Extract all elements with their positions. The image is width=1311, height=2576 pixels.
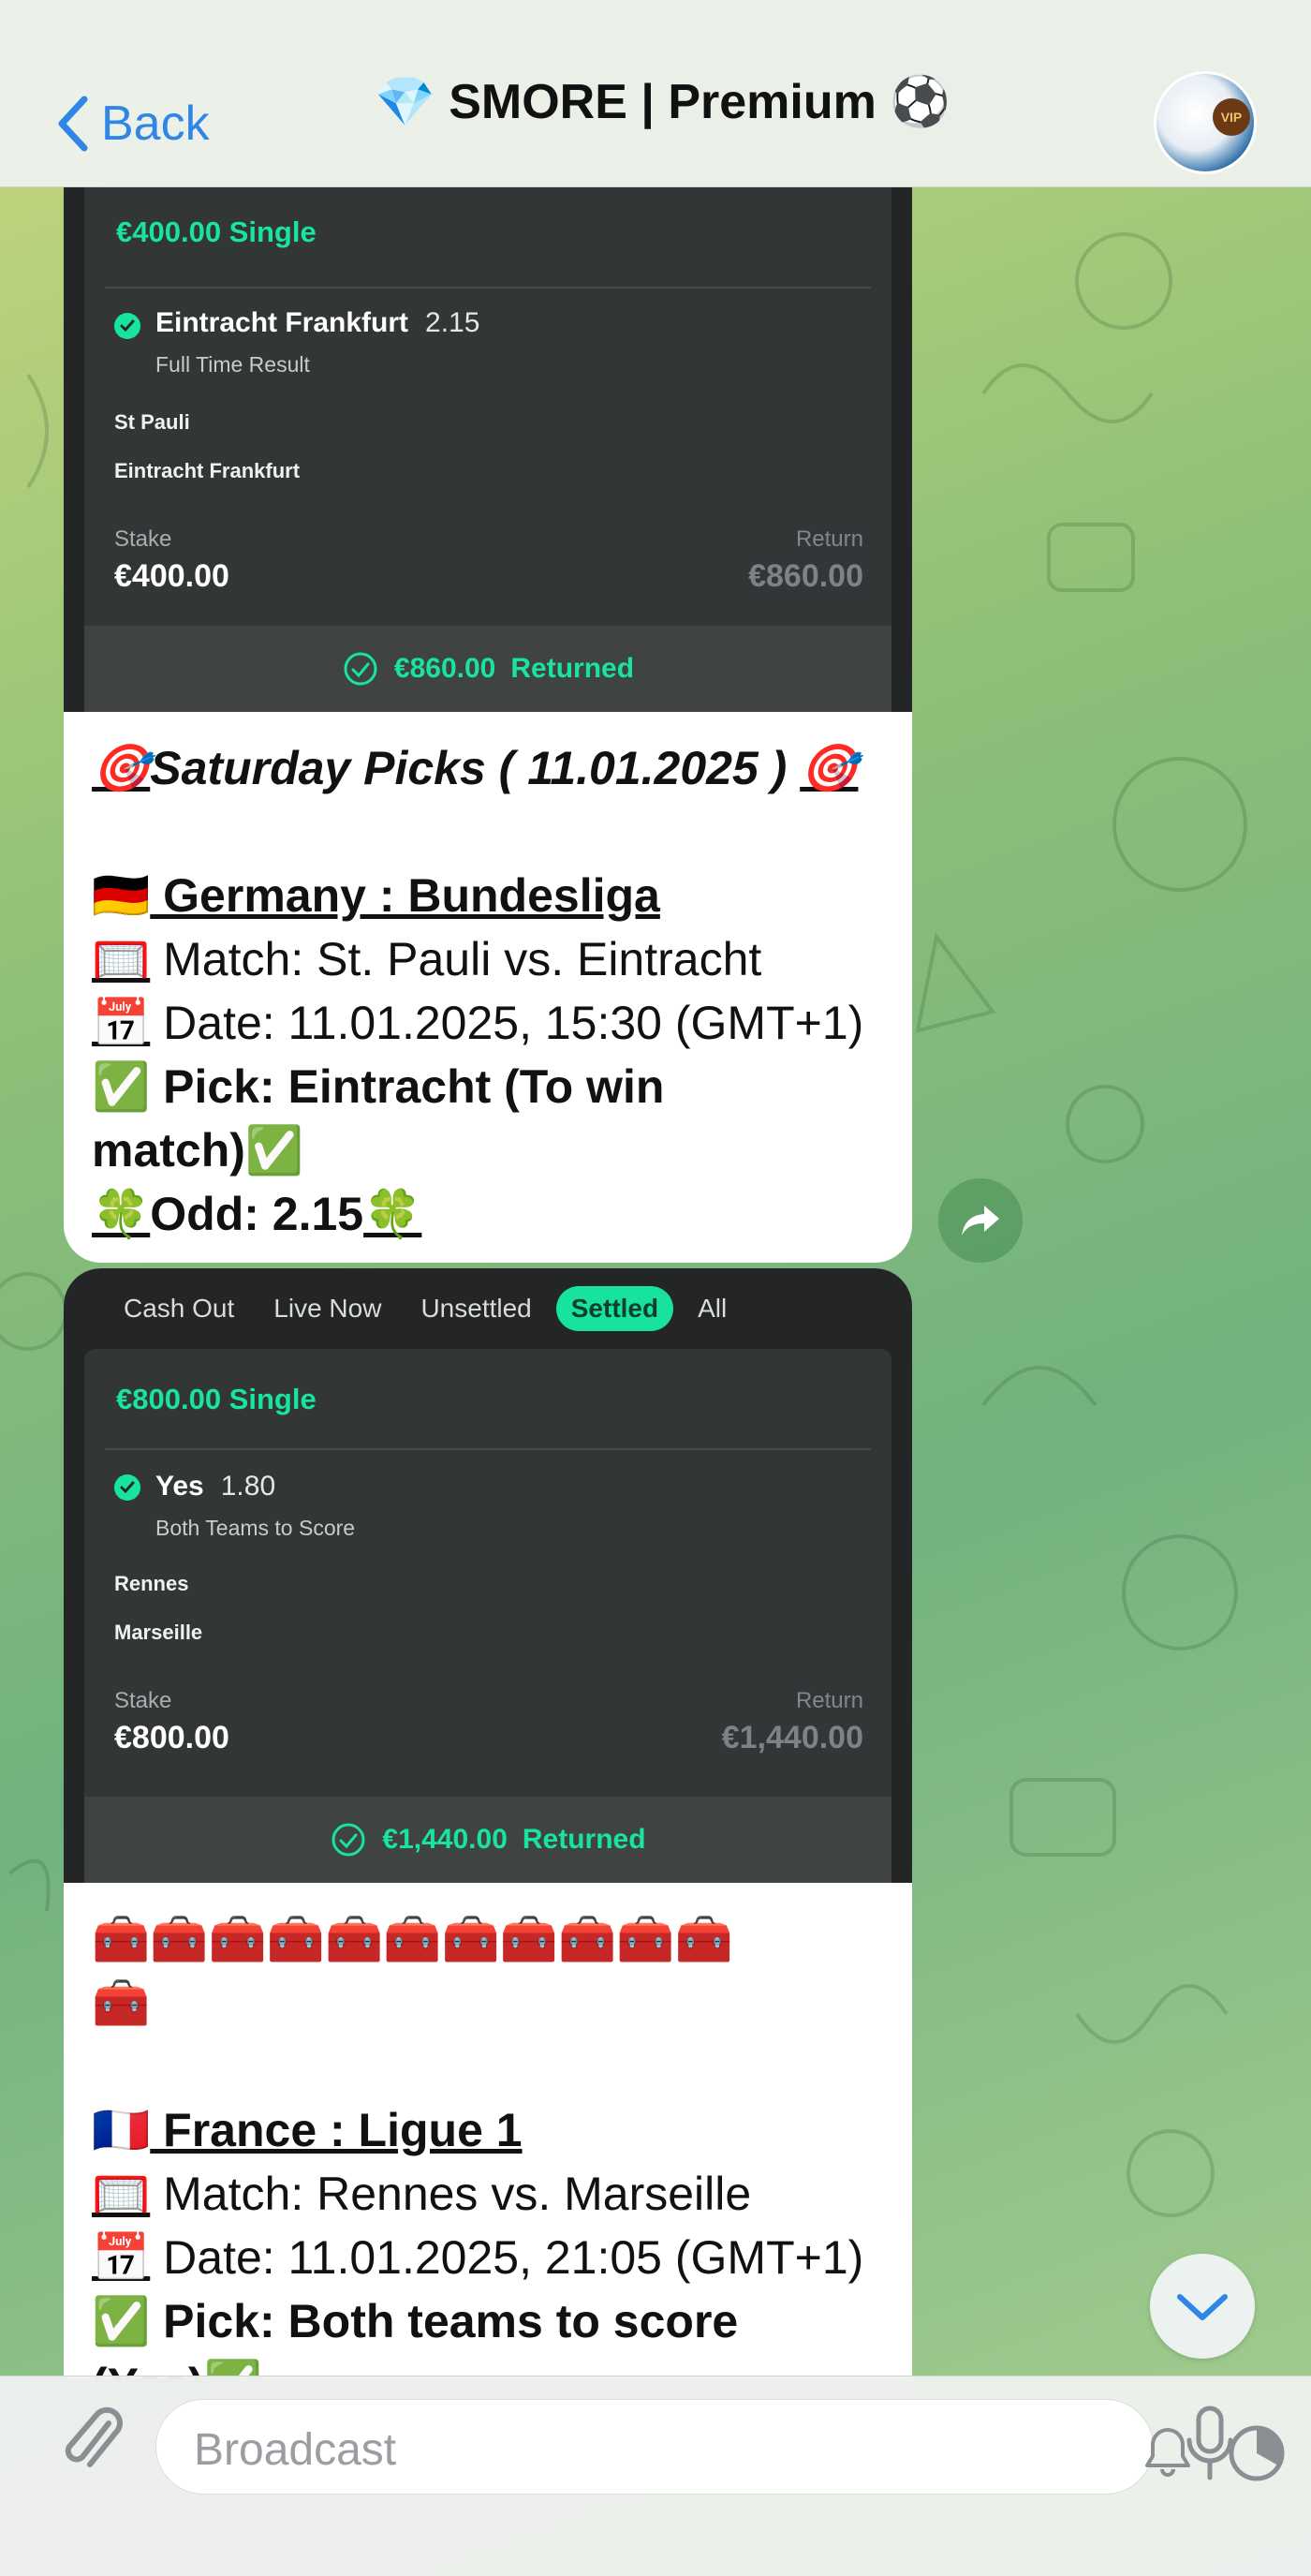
check-icon: [114, 313, 140, 339]
return-value: €1,440.00: [721, 1720, 863, 1755]
pick-line: ✅ Pick: Both teams to score: [92, 2295, 739, 2347]
returned-footer: €1,440.00 Returned: [84, 1797, 891, 1883]
share-arrow-icon: [962, 1206, 999, 1236]
return-label: Return: [795, 1688, 863, 1713]
returned-footer: €860.00 Returned: [84, 626, 891, 712]
away-team: Eintracht Frankfurt: [114, 459, 301, 482]
vip-badge: VIP: [1213, 98, 1250, 136]
tab-live-now: Live Now: [273, 1294, 382, 1323]
away-team: Marseille: [114, 1621, 203, 1644]
input-placeholder: Broadcast: [194, 2425, 397, 2475]
chat-header: Back 💎 SMORE | Premium ⚽ VIP: [0, 0, 1311, 187]
bet-slip-screenshot: Cash Out Live Now Unsettled Settled All …: [64, 1268, 912, 1883]
date-line: 📅 Date: 11.01.2025, 15:30 (GMT+1): [92, 997, 864, 1049]
target-emoji: 🎯: [92, 742, 151, 794]
bet-tabs: Cash Out Live Now Unsettled Settled All: [84, 1268, 891, 1349]
message-text: 🧰🧰🧰🧰🧰🧰🧰🧰🧰🧰🧰 🧰 🇫🇷 France : Ligue 1 🥅 Matc…: [64, 1883, 912, 2379]
stake-label: Stake: [114, 526, 172, 552]
paperclip-icon[interactable]: [60, 2405, 125, 2480]
selection-name: Yes: [155, 1471, 204, 1502]
clover-icon: 🍀: [363, 1188, 422, 1240]
home-team: St Pauli: [114, 410, 190, 434]
divider: [105, 287, 871, 289]
bet-selection: Yes 1.80: [155, 1471, 275, 1503]
check-circle-icon: [344, 652, 377, 686]
date-line: 📅 Date: 11.01.2025, 21:05 (GMT+1): [92, 2231, 864, 2284]
selection-odds: 2.15: [425, 307, 480, 338]
goal-net-icon: 🥅: [92, 933, 151, 985]
pick-line-cont: match)✅: [92, 1124, 304, 1177]
tab-settled: Settled: [555, 1286, 674, 1331]
back-button[interactable]: Back: [54, 86, 210, 161]
microphone-icon[interactable]: [1182, 2403, 1238, 2487]
return-label: Return: [795, 526, 863, 552]
target-emoji: 🎯: [800, 742, 859, 794]
flag-germany-icon: 🇩🇪: [92, 869, 151, 922]
check-mark-icon: ✅: [92, 2295, 151, 2347]
league-line: 🇩🇪 Germany : Bundesliga: [92, 869, 660, 922]
divider: [105, 1448, 871, 1450]
check-circle-icon: [331, 1823, 365, 1857]
returned-status: Returned: [522, 1824, 646, 1855]
calendar-icon: 📅: [92, 997, 151, 1049]
returned-amount: €1,440.00: [382, 1824, 508, 1855]
forward-button[interactable]: [938, 1178, 1023, 1263]
treasure-chest-icons: 🧰🧰🧰🧰🧰🧰🧰🧰🧰🧰🧰: [92, 1913, 733, 1965]
stake-value: €400.00: [114, 558, 229, 594]
message-composer: Broadcast: [0, 2376, 1311, 2576]
flag-france-icon: 🇫🇷: [92, 2104, 151, 2156]
tab-cash-out: Cash Out: [124, 1294, 235, 1323]
bet-market: Both Teams to Score: [155, 1516, 356, 1540]
calendar-icon: 📅: [92, 2231, 151, 2284]
match-line: 🥅 Match: Rennes vs. Marseille: [92, 2168, 752, 2220]
stake-value: €800.00: [114, 1720, 229, 1755]
chevron-down-icon: [1177, 2294, 1228, 2320]
treasure-chest-icon: 🧰: [92, 1976, 151, 2029]
chat-title[interactable]: 💎 SMORE | Premium ⚽: [375, 73, 950, 130]
bet-selection: Eintracht Frankfurt 2.15: [155, 307, 479, 339]
selection-odds: 1.80: [220, 1471, 276, 1502]
check-icon: [114, 1474, 140, 1501]
picks-heading: 🎯Saturday Picks ( 11.01.2025 ) 🎯: [92, 742, 859, 794]
stake-label: Stake: [114, 1688, 172, 1713]
pick-line: ✅ Pick: Eintracht (To win: [92, 1060, 665, 1113]
returned-amount: €860.00: [393, 653, 496, 684]
check-mark-icon: ✅: [244, 1124, 304, 1177]
chevron-left-icon: [58, 96, 88, 152]
bet-card: €800.00 Single Yes 1.80 Both Teams to Sco…: [84, 1349, 891, 1883]
returned-status: Returned: [510, 653, 635, 684]
return-value: €860.00: [748, 558, 863, 594]
broadcast-input[interactable]: Broadcast: [155, 2399, 1285, 2495]
scroll-down-button[interactable]: [1150, 2254, 1255, 2359]
channel-avatar[interactable]: VIP: [1154, 71, 1257, 174]
tab-unsettled: Unsettled: [420, 1294, 532, 1323]
match-line: 🥅 Match: St. Pauli vs. Eintracht: [92, 933, 762, 985]
tab-all: All: [698, 1294, 728, 1323]
home-team: Rennes: [114, 1572, 189, 1595]
bet-type: €800.00 Single: [116, 1383, 317, 1415]
bet-slip-screenshot: €400.00 Single Eintracht Frankfurt 2.15 F…: [64, 187, 912, 712]
selection-name: Eintracht Frankfurt: [155, 307, 409, 338]
check-mark-icon: ✅: [92, 1060, 151, 1113]
clover-icon: 🍀: [92, 1188, 151, 1240]
bet-type: €400.00 Single: [116, 215, 317, 248]
message-bubble[interactable]: €400.00 Single Eintracht Frankfurt 2.15 F…: [64, 187, 912, 1263]
message-text: 🎯Saturday Picks ( 11.01.2025 ) 🎯 🇩🇪 Germ…: [64, 712, 912, 1246]
goal-net-icon: 🥅: [92, 2168, 151, 2220]
odd-line: 🍀Odd: 2.15🍀: [92, 1188, 422, 1240]
bet-market: Full Time Result: [155, 352, 310, 377]
league-line: 🇫🇷 France : Ligue 1: [92, 2104, 523, 2156]
bet-card: €400.00 Single Eintracht Frankfurt 2.15 F…: [84, 187, 891, 712]
message-bubble[interactable]: Cash Out Live Now Unsettled Settled All …: [64, 1268, 912, 2379]
back-label: Back: [101, 96, 210, 151]
